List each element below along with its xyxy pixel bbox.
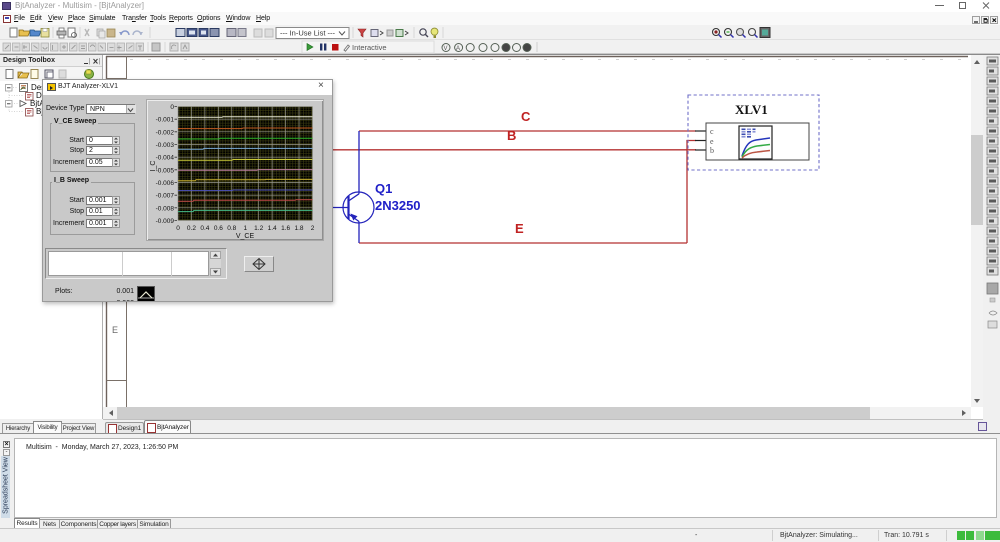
svg-text:2: 2: [311, 225, 315, 232]
svg-text:I_C: I_C: [150, 161, 157, 172]
svg-text:C: C: [521, 109, 531, 124]
svg-text:-0.007: -0.007: [156, 193, 175, 200]
svg-text:E: E: [112, 325, 118, 335]
svg-text:1.2: 1.2: [254, 225, 263, 232]
svg-text:-0.001: -0.001: [156, 117, 175, 124]
svg-text:-0.002: -0.002: [156, 129, 175, 136]
svg-text:1.8: 1.8: [295, 225, 304, 232]
svg-text:XLV1: XLV1: [735, 102, 768, 117]
svg-text:e: e: [710, 137, 714, 146]
svg-text:-0.005: -0.005: [156, 167, 175, 174]
svg-text:0.6: 0.6: [214, 225, 223, 232]
svg-text:0: 0: [170, 104, 174, 111]
svg-text:B: B: [507, 128, 516, 143]
svg-text:V_CE: V_CE: [236, 233, 255, 240]
svg-text:-0.008: -0.008: [156, 205, 175, 212]
svg-text:2N3250: 2N3250: [375, 198, 421, 213]
svg-text:0.4: 0.4: [200, 225, 209, 232]
svg-text:-0.004: -0.004: [156, 155, 175, 162]
svg-text:-0.003: -0.003: [156, 142, 175, 149]
svg-text:0.2: 0.2: [187, 225, 196, 232]
svg-text:1: 1: [243, 225, 247, 232]
svg-text:c: c: [710, 127, 714, 136]
svg-text:E: E: [515, 221, 524, 236]
svg-text:1.4: 1.4: [268, 225, 277, 232]
svg-text:1.6: 1.6: [281, 225, 290, 232]
svg-text:-0.006: -0.006: [156, 180, 175, 187]
svg-text:Q1: Q1: [375, 181, 392, 196]
svg-text:0.8: 0.8: [227, 225, 236, 232]
svg-text:-0.009: -0.009: [156, 218, 175, 225]
svg-text:0: 0: [176, 225, 180, 232]
svg-text:b: b: [710, 146, 714, 155]
